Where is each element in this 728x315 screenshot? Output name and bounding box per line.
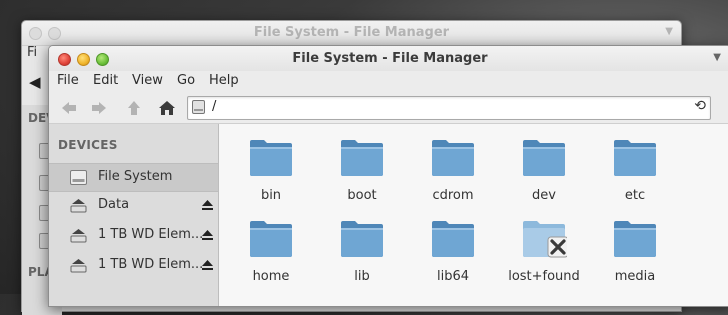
file-name: lib bbox=[354, 269, 370, 284]
sidebar-item-label: File System bbox=[98, 169, 173, 184]
sidebar-item-file-system[interactable]: File System bbox=[49, 163, 218, 192]
eject-icon[interactable] bbox=[201, 258, 214, 272]
hard-drive-icon bbox=[70, 170, 87, 185]
file-item-home[interactable]: home bbox=[226, 205, 316, 284]
forward-arrow-icon bbox=[92, 102, 106, 114]
file-name: etc bbox=[624, 188, 646, 203]
folder-icon bbox=[614, 221, 656, 257]
sidebar-item-wd-drive-2[interactable]: 1 TB WD Elem... bbox=[49, 252, 218, 279]
eject-icon[interactable] bbox=[201, 198, 214, 212]
folder-icon bbox=[523, 140, 565, 176]
hard-drive-icon bbox=[192, 100, 205, 114]
file-manager-window[interactable]: File System - File Manager ▼ File Edit V… bbox=[48, 45, 728, 307]
forward-button[interactable] bbox=[87, 97, 111, 119]
menu-edit[interactable]: Edit bbox=[93, 73, 118, 88]
back-button[interactable] bbox=[57, 97, 81, 119]
chevron-down-icon[interactable]: ▼ bbox=[665, 26, 673, 37]
menu-bar: File Edit View Go Help bbox=[49, 71, 728, 93]
removable-drive-icon bbox=[70, 199, 87, 213]
sidebar-item-wd-drive-1[interactable]: 1 TB WD Elem... bbox=[49, 222, 218, 249]
file-icon-view[interactable]: bin boot cdrom dev etc home lib lib64 lo… bbox=[219, 124, 728, 306]
removable-drive-icon bbox=[70, 229, 87, 243]
file-item-boot[interactable]: boot bbox=[317, 124, 407, 203]
file-item-dev[interactable]: dev bbox=[499, 124, 589, 203]
file-item-etc[interactable]: etc bbox=[590, 124, 680, 203]
sidebar-item-label: Data bbox=[98, 197, 130, 212]
file-item-lib64[interactable]: lib64 bbox=[408, 205, 498, 284]
home-icon bbox=[159, 101, 175, 115]
removable-drive-icon bbox=[70, 259, 87, 273]
home-button[interactable] bbox=[155, 97, 179, 119]
window-title: File System - File Manager bbox=[292, 51, 488, 66]
folder-icon bbox=[250, 221, 292, 257]
file-name: cdrom bbox=[432, 188, 474, 203]
menu-view[interactable]: View bbox=[132, 73, 163, 88]
location-bar[interactable]: / ⟲ bbox=[187, 96, 711, 120]
file-name: boot bbox=[347, 188, 377, 203]
window-titlebar[interactable]: File System - File Manager ▼ bbox=[49, 46, 728, 71]
file-item-media[interactable]: media bbox=[590, 205, 680, 284]
up-arrow-icon bbox=[128, 101, 140, 115]
background-window-titlebar[interactable]: File System - File Manager ▼ bbox=[22, 21, 681, 46]
file-name: lib64 bbox=[436, 269, 470, 284]
file-item-bin[interactable]: bin bbox=[226, 124, 316, 203]
back-arrow-icon[interactable]: ◀ bbox=[29, 73, 41, 91]
location-path[interactable]: / bbox=[212, 99, 216, 114]
locked-folder-icon bbox=[523, 221, 567, 258]
menu-help[interactable]: Help bbox=[209, 73, 239, 88]
file-name: media bbox=[614, 269, 656, 284]
file-item-lib[interactable]: lib bbox=[317, 205, 407, 284]
sidebar: DEVICES File System Data 1 TB WD Elem...… bbox=[49, 124, 219, 306]
folder-icon bbox=[341, 221, 383, 257]
folder-icon bbox=[250, 140, 292, 176]
devices-header: DEVICES bbox=[58, 138, 118, 152]
menu-go[interactable]: Go bbox=[177, 73, 195, 88]
up-button[interactable] bbox=[122, 97, 146, 119]
chevron-down-icon[interactable]: ▼ bbox=[713, 52, 721, 63]
eject-icon[interactable] bbox=[201, 228, 214, 242]
sidebar-item-label: 1 TB WD Elem... bbox=[98, 257, 204, 272]
file-item-lost-found[interactable]: lost+found bbox=[499, 205, 589, 284]
folder-icon bbox=[614, 140, 656, 176]
file-name: bin bbox=[260, 188, 282, 203]
folder-icon bbox=[341, 140, 383, 176]
folder-icon bbox=[432, 140, 474, 176]
background-menu-file[interactable]: Fi bbox=[27, 45, 37, 60]
sidebar-item-data[interactable]: Data bbox=[49, 192, 218, 219]
folder-icon bbox=[432, 221, 474, 257]
background-window-title: File System - File Manager bbox=[253, 25, 450, 40]
file-name: home bbox=[252, 269, 290, 284]
file-name: lost+found bbox=[508, 269, 580, 284]
file-name: dev bbox=[532, 188, 556, 203]
toolbar: / ⟲ bbox=[49, 93, 728, 124]
reload-icon[interactable]: ⟲ bbox=[694, 98, 706, 114]
file-item-cdrom[interactable]: cdrom bbox=[408, 124, 498, 203]
menu-file[interactable]: File bbox=[57, 73, 79, 88]
sidebar-item-label: 1 TB WD Elem... bbox=[98, 227, 204, 242]
back-arrow-icon bbox=[62, 102, 76, 114]
